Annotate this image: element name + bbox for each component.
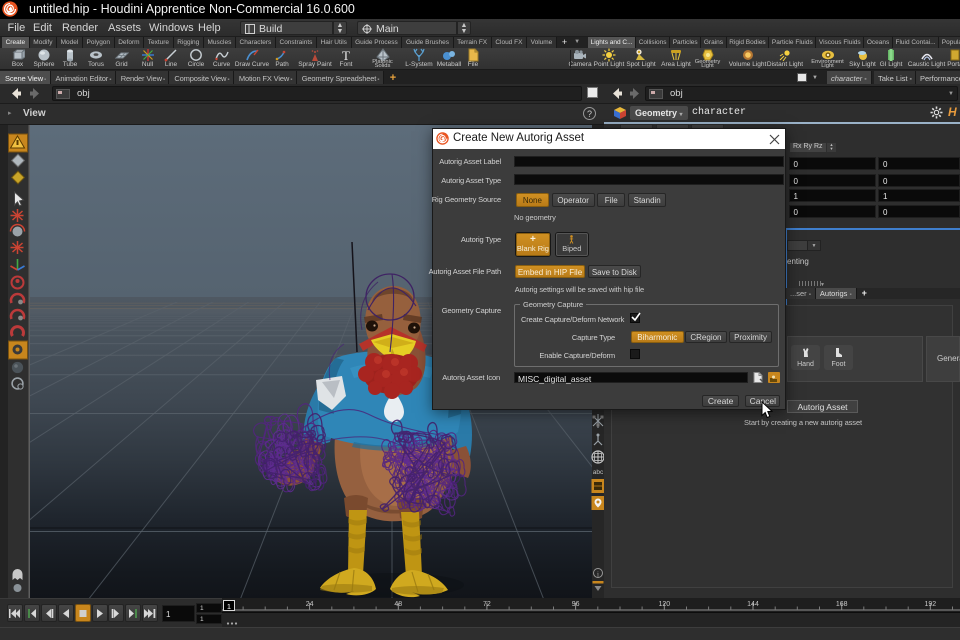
- svg-text:96: 96: [572, 601, 580, 608]
- svg-text:T: T: [342, 48, 350, 62]
- svg-text:24: 24: [306, 601, 314, 608]
- svg-text:144: 144: [747, 601, 759, 608]
- svg-text:120: 120: [658, 601, 670, 608]
- svg-text:i: i: [597, 571, 599, 579]
- svg-text:48: 48: [394, 601, 402, 608]
- svg-text:168: 168: [836, 601, 848, 608]
- svg-text:abc: abc: [593, 469, 604, 476]
- svg-text:72: 72: [483, 601, 491, 608]
- svg-text:192: 192: [924, 601, 936, 608]
